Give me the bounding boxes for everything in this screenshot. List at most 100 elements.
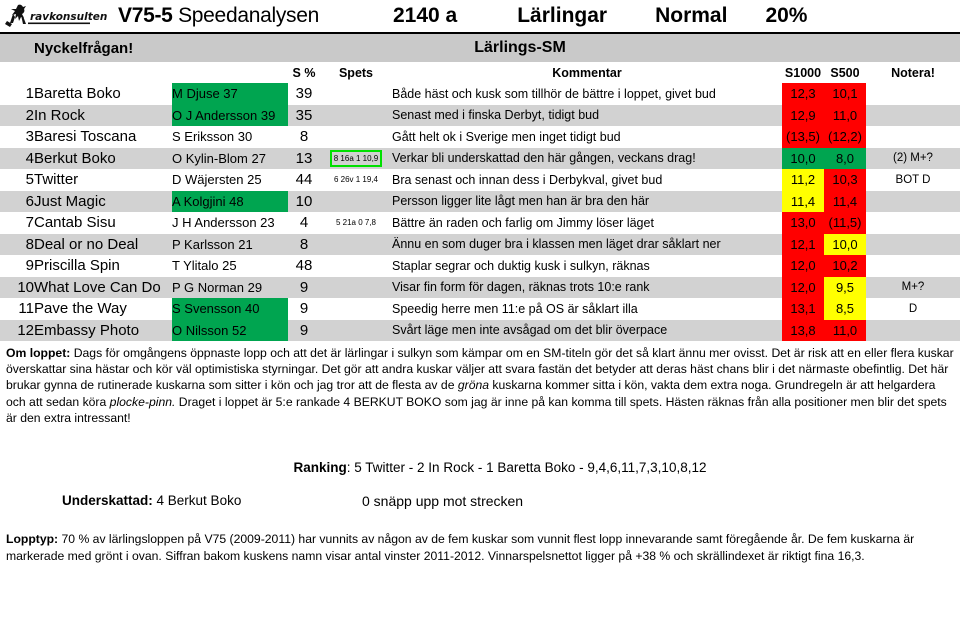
row-number: 8 [0, 233, 34, 255]
race-distance: 2140 a [392, 4, 458, 27]
table-row: 5 Twitter D Wäjersten 25 44 6 26v 1 19,4 Bra … [0, 169, 960, 191]
underskattad-block: Underskattad: 4 Berkut Boko [62, 493, 362, 509]
table-header-row: S % Spets Kommentar S1000 S500 Notera! [0, 62, 960, 83]
horse-name: Pave the Way [34, 300, 127, 318]
s1000-value: 12,1 [782, 233, 824, 255]
comment-text: Visar fin form för dagen, räknas trots 1… [392, 276, 782, 298]
start-percent: 9 [299, 300, 309, 318]
horse-name: Cantab Sisu [34, 214, 116, 232]
notera-value [866, 126, 960, 148]
spets-value [320, 83, 392, 105]
col-number [0, 62, 34, 83]
driver-name: T Ylitalo 25 [172, 258, 237, 274]
ranking-label: Ranking [293, 460, 347, 476]
col-s-percent: S % [288, 62, 320, 83]
lopptyp-paragraph: Lopptyp: 70 % av lärlingsloppen på V75 (… [0, 531, 960, 564]
start-percent: 44 [295, 171, 313, 189]
about-italic-1: gröna [457, 378, 490, 393]
race-percent: 20% [765, 4, 808, 27]
start-percent: 35 [288, 104, 320, 126]
table-row: 10 What Love Can Do P G Norman 29 9 Visar fi… [0, 276, 960, 298]
underskattad-value: 4 Berkut Boko [152, 493, 242, 509]
lopptyp-label: Lopptyp: [6, 532, 59, 547]
horse-name: Baretta Boko [34, 85, 121, 103]
horse-name: Berkut Boko [34, 147, 172, 169]
table-row: 4 Berkut Boko O Kylin-Blom 27 13 8 16a 1 10,… [0, 147, 960, 169]
s500-value: 10,3 [824, 169, 866, 191]
s1000-value: 13,0 [782, 212, 824, 234]
s1000-value: (13,5) [782, 126, 824, 148]
s500-value: (12,2) [824, 126, 866, 148]
start-percent: 9 [288, 276, 320, 298]
spets-value [320, 190, 392, 212]
sub-header-bar: Nyckelfrågan! Lärlings-SM [0, 34, 960, 62]
col-spets: Spets [320, 62, 392, 83]
horse-name: Baresi Toscana [34, 128, 137, 146]
table-row: 12 Embassy Photo O Nilsson 52 9 Svårt läge m… [0, 319, 960, 341]
notera-value: D [908, 302, 918, 315]
col-horse [34, 62, 172, 83]
comment-text: Verkar bli underskattad den här gången, … [392, 147, 782, 169]
s1000-value: 12,0 [782, 276, 824, 298]
col-driver [172, 62, 288, 83]
comment-text: Bättre än raden och farlig om Jimmy löse… [392, 215, 654, 230]
comment-text: Bra senast och innan dess i Derbykval, g… [392, 172, 663, 187]
ranking-line: Ranking: 5 Twitter - 2 In Rock - 1 Baret… [0, 460, 960, 475]
row-number: 3 [25, 128, 34, 146]
comment-text: Ännu en som duger bra i klassen men läge… [392, 233, 782, 255]
spets-value: 5 21a 0 7,8 [335, 218, 377, 228]
speedanalysen-page: ravkonsulten V75-5 Speedanalysen 2140 a … [0, 0, 960, 635]
driver-name: P Karlsson 21 [172, 233, 288, 255]
s1000-value: 12,9 [782, 104, 824, 126]
driver-name: A Kolgjini 48 [172, 190, 288, 212]
horse-name: Twitter [34, 171, 79, 189]
ranking-value: : 5 Twitter - 2 In Rock - 1 Baretta Boko… [346, 460, 707, 476]
start-percent: 8 [288, 233, 320, 255]
notera-value [866, 233, 960, 255]
race-name-label: Lärlings-SM [474, 39, 566, 56]
start-percent: 8 [299, 128, 309, 146]
horse-name: In Rock [34, 104, 172, 126]
start-percent: 4 [299, 214, 309, 232]
row-number: 10 [0, 276, 34, 298]
s500-value: 8,0 [824, 147, 866, 169]
underskattad-label: Underskattad: [62, 493, 153, 509]
notera-value [866, 212, 960, 234]
col-s500: S500 [824, 62, 866, 83]
notera-value: (2) M+? [866, 147, 960, 169]
s500-value: 10,0 [824, 233, 866, 255]
page-title: V75-5 Speedanalysen [118, 4, 319, 28]
row-number: 2 [0, 104, 34, 126]
s1000-value: 11,2 [782, 169, 824, 191]
spets-value [320, 126, 392, 148]
about-race-paragraph: Om loppet: Dags för omgångens öppnaste l… [0, 345, 960, 426]
row-number: 1 [25, 85, 34, 103]
spets-value [320, 298, 392, 320]
spets-value: 6 26v 1 19,4 [333, 175, 379, 185]
s500-value: 10,1 [824, 83, 866, 105]
ravkonsulten-logo: ravkonsulten [4, 2, 112, 30]
product-name: Speedanalysen [178, 4, 319, 27]
horse-name: What Love Can Do [34, 276, 172, 298]
driver-name: O Nilsson 52 [172, 319, 288, 341]
race-class: Lärlingar [517, 4, 608, 27]
driver-name: S Eriksson 30 [172, 129, 253, 145]
table-row: 3 Baresi Toscana S Eriksson 30 8 Gått helt o… [0, 126, 960, 148]
spets-value [320, 233, 392, 255]
row-number: 9 [25, 257, 34, 275]
s1000-value: 12,0 [782, 255, 824, 277]
table-row: 6 Just Magic A Kolgjini 48 10 Persson ligger… [0, 190, 960, 212]
col-notera: Notera! [866, 62, 960, 83]
comment-text: Staplar segrar och duktig kusk i sulkyn,… [392, 258, 650, 273]
driver-name: S Svensson 40 [172, 298, 288, 320]
start-percent: 10 [288, 190, 320, 212]
notera-value [866, 83, 960, 105]
notera-value: M+? [866, 276, 960, 298]
notera-value [866, 190, 960, 212]
spets-value [320, 276, 392, 298]
spets-value [320, 319, 392, 341]
about-italic-2: plocke-pinn. [109, 394, 176, 409]
comment-text: Speedig herre men 11:e på OS är såklart … [392, 301, 638, 316]
driver-name: P G Norman 29 [172, 276, 288, 298]
race-code: V75-5 [118, 4, 173, 27]
